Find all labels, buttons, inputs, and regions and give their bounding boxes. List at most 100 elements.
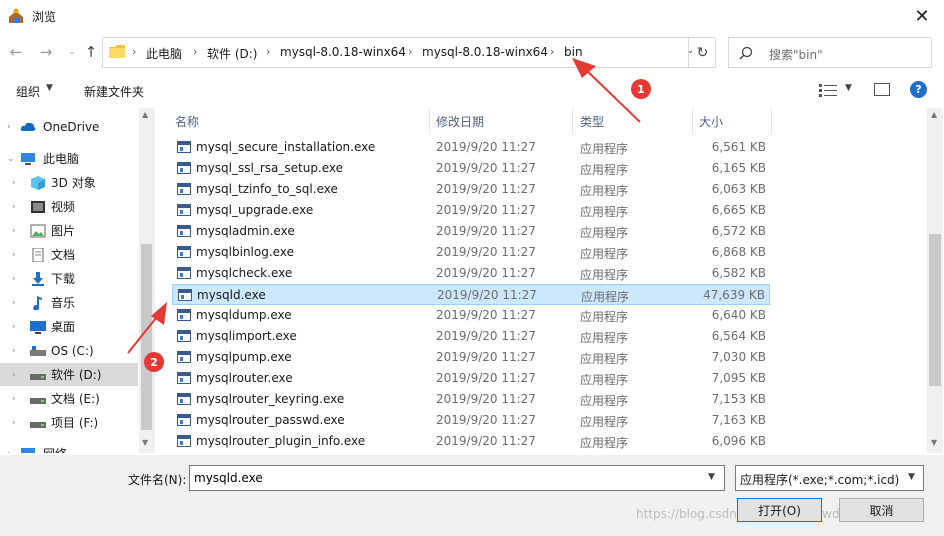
organize-menu[interactable]: 组织	[16, 83, 40, 100]
chevron-right-icon[interactable]: ›	[12, 370, 16, 380]
browse-app-icon	[9, 8, 23, 23]
nav-item-pictures[interactable]: › 图片	[0, 219, 138, 242]
nav-item-videos[interactable]: › 视频	[0, 195, 138, 218]
breadcrumb-separator: ›	[132, 45, 137, 58]
nav-item-drive-d[interactable]: › 软件 (D:)	[0, 363, 138, 386]
annotation-badge-1: 1	[631, 79, 651, 99]
nav-item-drive-c[interactable]: › OS (C:)	[0, 339, 138, 362]
desktop-icon	[30, 320, 46, 334]
file-type: 应用程序	[580, 268, 629, 282]
chevron-right-icon[interactable]: ›	[12, 250, 16, 260]
chevron-right-icon[interactable]: ›	[12, 178, 16, 188]
cancel-button[interactable]: 取消	[839, 498, 924, 522]
sort-ascending-icon: ⌃	[295, 108, 303, 115]
breadcrumb-drive-d[interactable]: 软件 (D:)	[207, 45, 257, 62]
file-type-filter[interactable]: 应用程序(*.exe;*.com;*.icd)	[735, 465, 924, 491]
file-size: 6,640 KB	[711, 308, 766, 322]
nav-item-network[interactable]: › 网络	[0, 442, 138, 453]
new-folder-button[interactable]: 新建文件夹	[84, 83, 144, 100]
file-row[interactable]: mysqlrouter.exe 2019/9/20 11:27 应用程序 7,095 …	[172, 368, 770, 389]
scroll-down-icon[interactable]: ▼	[142, 438, 148, 447]
chevron-right-icon[interactable]: ›	[12, 202, 16, 212]
column-date[interactable]: 修改日期	[436, 113, 484, 130]
forward-arrow-icon[interactable]: →	[36, 42, 56, 62]
file-row[interactable]: mysqlpump.exe 2019/9/20 11:27 应用程序 7,030 KB	[172, 347, 770, 368]
up-arrow-icon[interactable]: ↑	[81, 42, 101, 62]
exe-file-icon	[177, 225, 191, 237]
nav-item-3d-objects[interactable]: › 3D 对象	[0, 171, 138, 194]
column-name[interactable]: 名称	[175, 113, 199, 130]
file-row[interactable]: mysqld.exe 2019/9/20 11:27 应用程序 47,639 KB	[172, 284, 770, 305]
dialog-footer: 文件名(N): ▼ 应用程序(*.exe;*.com;*.icd) ▼ http…	[0, 455, 944, 536]
chevron-down-icon[interactable]: ▼	[708, 472, 715, 482]
chevron-right-icon[interactable]: ›	[12, 346, 16, 356]
breadcrumb-this-pc[interactable]: 此电脑	[146, 45, 182, 62]
breadcrumb-mysql-outer[interactable]: mysql-8.0.18-winx64	[280, 45, 406, 59]
filename-input[interactable]	[189, 465, 725, 491]
close-button[interactable]: ✕	[900, 0, 944, 32]
chevron-right-icon[interactable]: ›	[12, 226, 16, 236]
file-row[interactable]: mysql_tzinfo_to_sql.exe 2019/9/20 11:27 应用…	[172, 179, 770, 200]
preview-pane-icon[interactable]	[874, 83, 890, 96]
file-size: 6,665 KB	[711, 203, 766, 217]
file-row[interactable]: mysqlrouter_passwd.exe 2019/9/20 11:27 应用程…	[172, 410, 770, 431]
nav-scrollbar[interactable]: ▲ ▼	[139, 108, 154, 453]
column-divider[interactable]	[771, 108, 772, 134]
breadcrumb-bin[interactable]: bin	[564, 45, 583, 59]
file-date: 2019/9/20 11:27	[436, 245, 536, 259]
chevron-right-icon[interactable]: ›	[12, 298, 16, 308]
file-row[interactable]: mysqlimport.exe 2019/9/20 11:27 应用程序 6,564 …	[172, 326, 770, 347]
file-row[interactable]: mysql_upgrade.exe 2019/9/20 11:27 应用程序 6,66…	[172, 200, 770, 221]
file-list-scrollbar[interactable]: ▲ ▼	[927, 108, 943, 453]
file-row[interactable]: mysqlbinlog.exe 2019/9/20 11:27 应用程序 6,868 …	[172, 242, 770, 263]
chevron-down-icon[interactable]: ▼	[908, 472, 915, 482]
nav-item-desktop[interactable]: › 桌面	[0, 315, 138, 338]
file-name: mysql_upgrade.exe	[196, 203, 314, 217]
scroll-up-icon[interactable]: ▲	[931, 110, 937, 119]
caret-down-icon: ▼	[46, 83, 53, 93]
chevron-down-icon[interactable]: ⌄	[7, 154, 15, 164]
chevron-right-icon[interactable]: ›	[12, 274, 16, 284]
chevron-right-icon[interactable]: ›	[12, 418, 16, 428]
recent-locations-icon[interactable]: ⌄	[62, 42, 82, 62]
chevron-right-icon[interactable]: ›	[12, 394, 16, 404]
chevron-right-icon[interactable]: ›	[7, 449, 11, 454]
search-box[interactable]: 搜索"bin"	[728, 37, 932, 68]
file-list-scroll-thumb[interactable]	[929, 234, 941, 386]
file-row[interactable]: mysqladmin.exe 2019/9/20 11:27 应用程序 6,572 K…	[172, 221, 770, 242]
nav-item-documents[interactable]: › 文档	[0, 243, 138, 266]
nav-item-music[interactable]: › 音乐	[0, 291, 138, 314]
column-divider[interactable]	[692, 108, 693, 134]
nav-item-this-pc[interactable]: ⌄ 此电脑	[0, 147, 138, 170]
nav-scroll-thumb[interactable]	[141, 244, 152, 430]
file-row[interactable]: mysqlrouter_plugin_info.exe 2019/9/20 11:…	[172, 431, 770, 452]
file-row[interactable]: mysql_secure_installation.exe 2019/9/20 1…	[172, 137, 770, 158]
help-icon[interactable]: ?	[910, 81, 927, 98]
back-arrow-icon[interactable]: ←	[6, 42, 26, 62]
nav-item-downloads[interactable]: › 下载	[0, 267, 138, 290]
cloud-icon	[20, 122, 36, 131]
file-row[interactable]: mysqldump.exe 2019/9/20 11:27 应用程序 6,640 KB	[172, 305, 770, 326]
caret-down-icon[interactable]: ▼	[845, 83, 852, 93]
view-options-icon[interactable]	[819, 83, 837, 97]
open-button[interactable]: 打开(O)	[737, 498, 822, 522]
file-row[interactable]: mysqlcheck.exe 2019/9/20 11:27 应用程序 6,582 K…	[172, 263, 770, 284]
chevron-right-icon[interactable]: ›	[7, 122, 11, 132]
column-divider[interactable]	[429, 108, 430, 134]
chevron-right-icon[interactable]: ›	[12, 322, 16, 332]
address-bar[interactable]: › 此电脑 › 软件 (D:) › mysql-8.0.18-winx64 › …	[102, 37, 716, 68]
nav-item-onedrive[interactable]: › OneDrive	[0, 115, 138, 138]
nav-item-drive-e[interactable]: › 文档 (E:)	[0, 387, 138, 410]
file-date: 2019/9/20 11:27	[436, 329, 536, 343]
column-type[interactable]: 类型	[580, 113, 604, 130]
column-divider[interactable]	[572, 108, 573, 134]
toolbar: 组织 ▼ 新建文件夹 ▼ ?	[0, 74, 944, 106]
nav-item-drive-f[interactable]: › 项目 (F:)	[0, 411, 138, 434]
scroll-up-icon[interactable]: ▲	[142, 110, 148, 119]
scroll-down-icon[interactable]: ▼	[931, 438, 937, 447]
refresh-button[interactable]: ↻	[688, 37, 716, 68]
file-row[interactable]: mysql_ssl_rsa_setup.exe 2019/9/20 11:27 应用…	[172, 158, 770, 179]
file-row[interactable]: mysqlrouter_keyring.exe 2019/9/20 11:27 应用…	[172, 389, 770, 410]
column-size[interactable]: 大小	[699, 113, 723, 130]
breadcrumb-mysql-inner[interactable]: mysql-8.0.18-winx64	[422, 45, 548, 59]
